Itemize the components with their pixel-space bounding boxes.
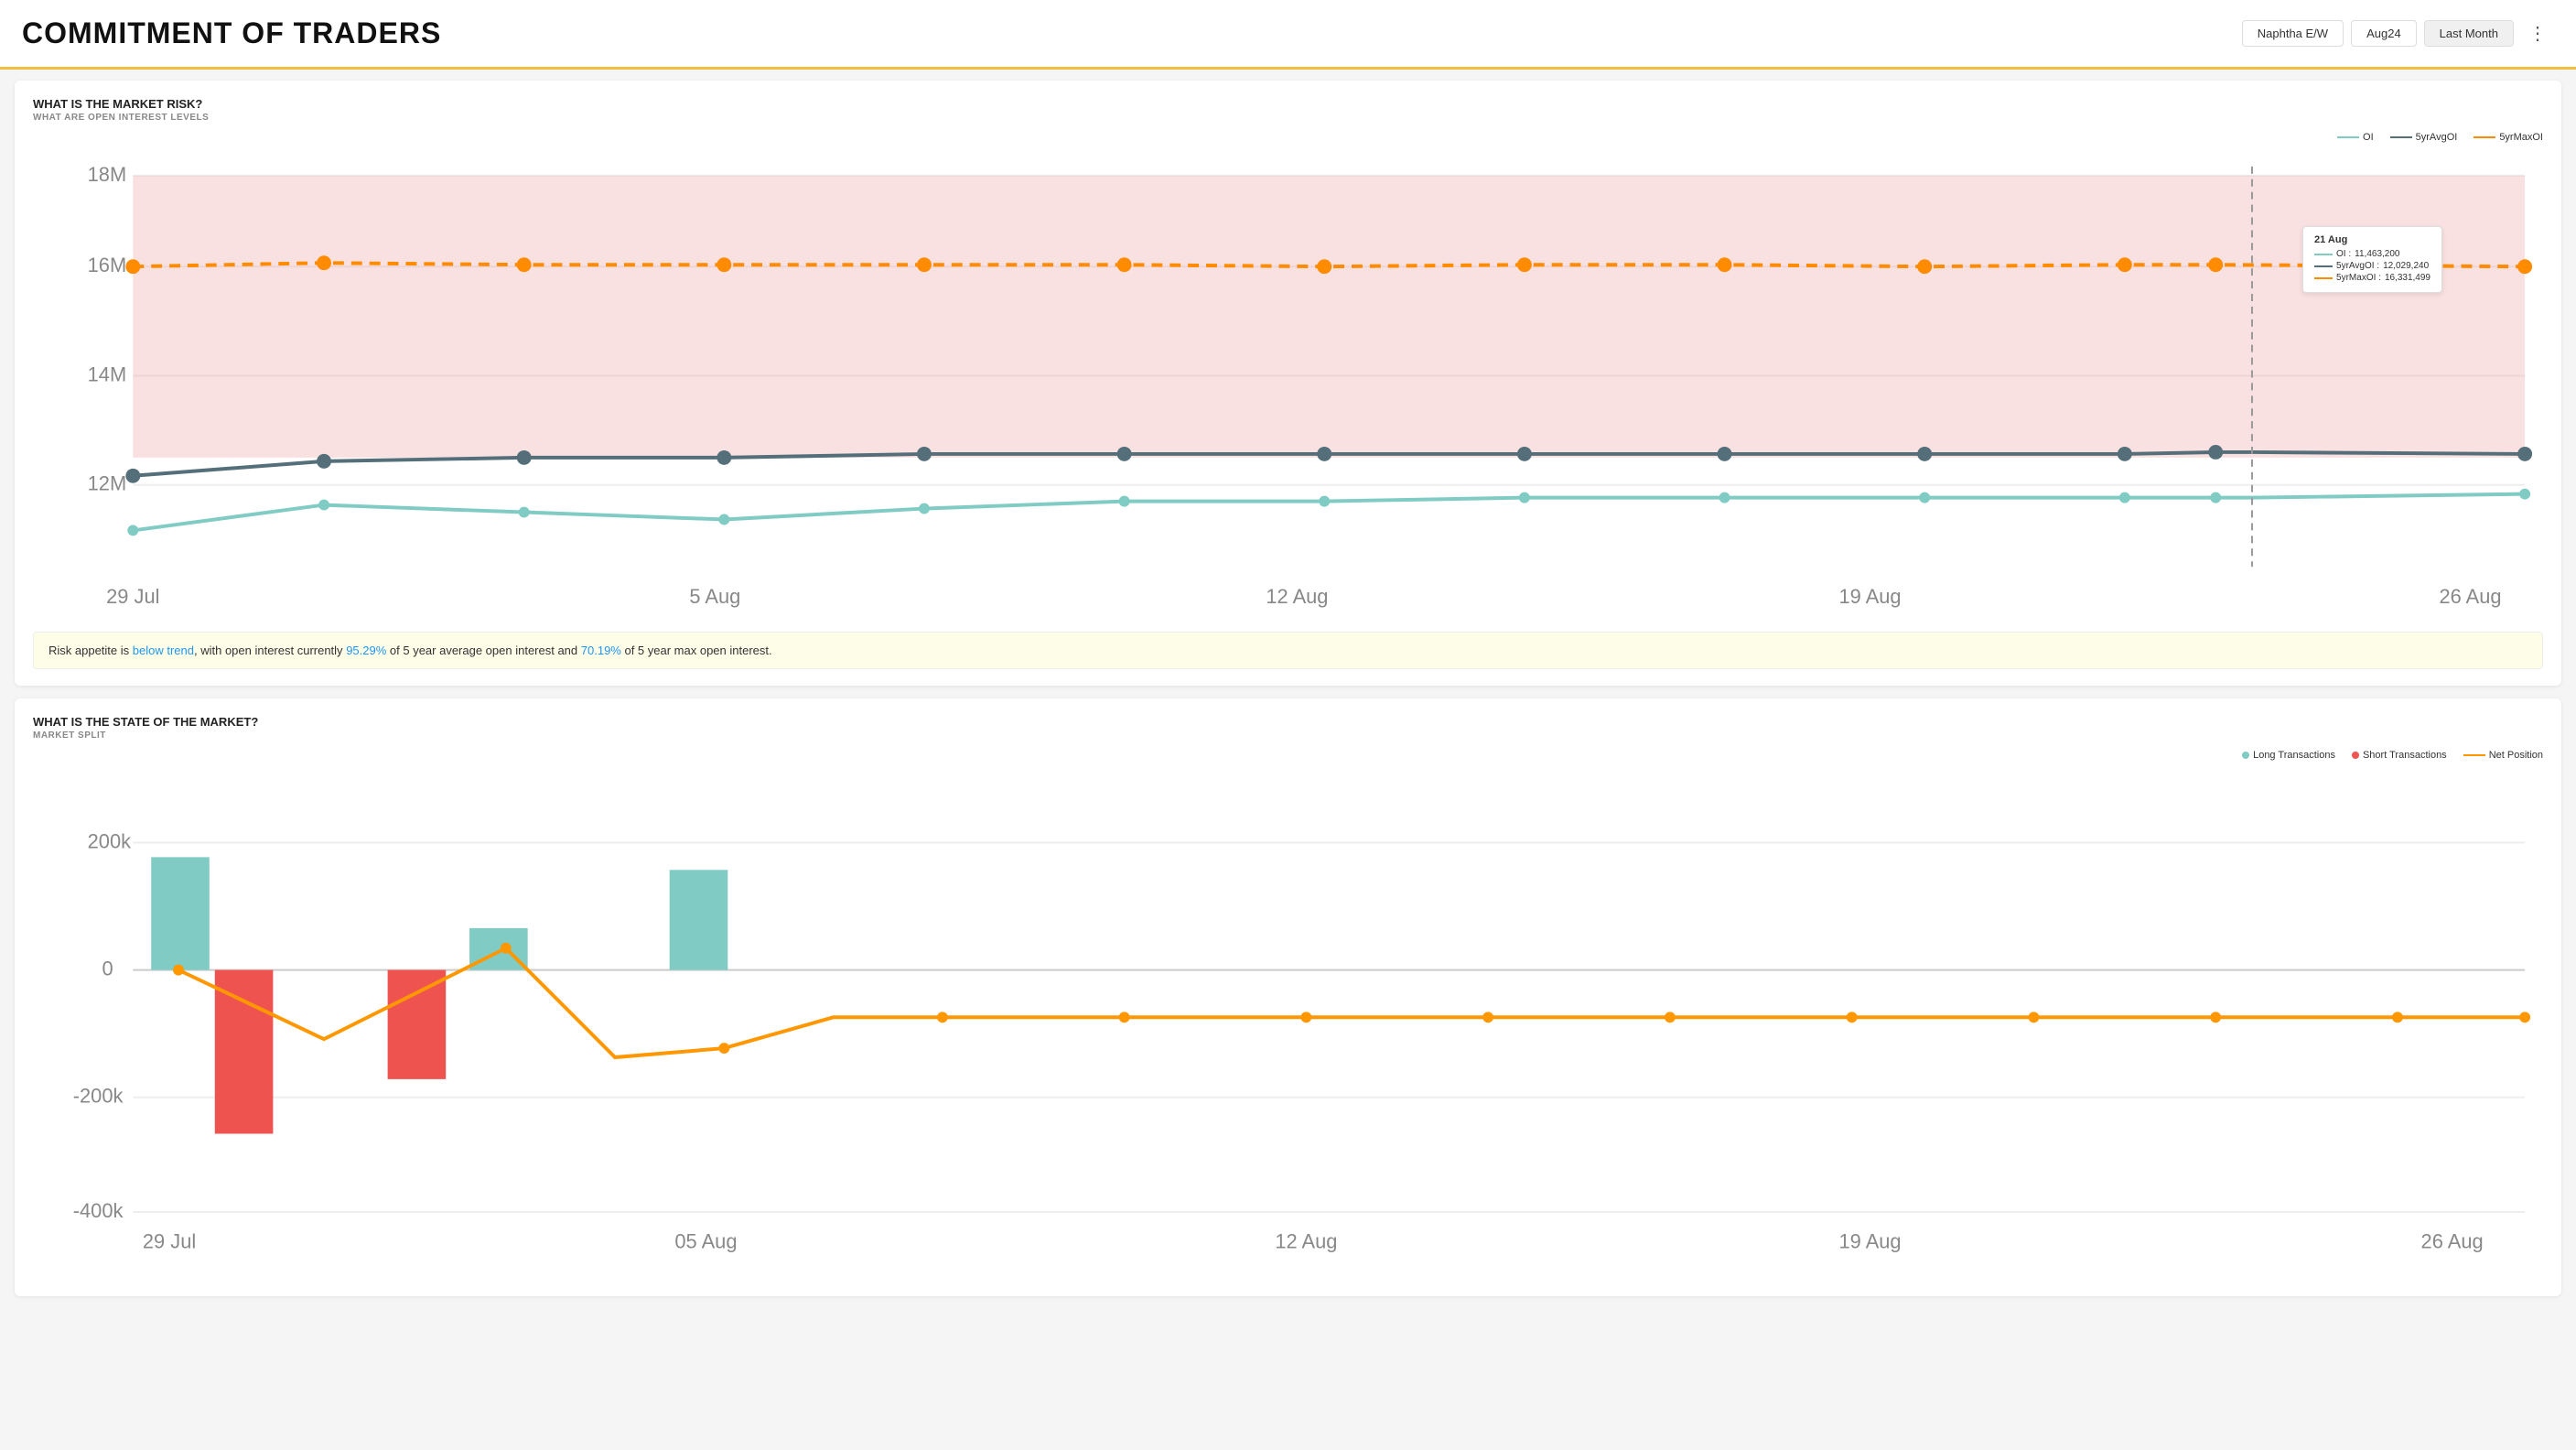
card1-title: WHAT IS THE MARKET RISK? <box>33 97 2543 111</box>
svg-text:29 Jul: 29 Jul <box>106 585 159 608</box>
net-label: Net Position <box>2489 750 2543 761</box>
card2-subtitle: MARKET SPLIT <box>33 730 2543 741</box>
long-bar-29jul <box>151 857 210 969</box>
tooltip-avg-color <box>2314 265 2333 267</box>
header: COMMITMENT OF TRADERS Naphtha E/W Aug24 … <box>0 0 2576 70</box>
short-bar-31jul <box>388 969 447 1078</box>
svg-text:05 Aug: 05 Aug <box>674 1230 737 1253</box>
tooltip-max-row: 5yrMaxOI : 16,331,499 <box>2314 273 2430 283</box>
legend-oi: OI <box>2337 132 2374 143</box>
legend-long: Long Transactions <box>2242 750 2335 761</box>
main-content: WHAT IS THE MARKET RISK? WHAT ARE OPEN I… <box>0 70 2576 1320</box>
tooltip-avg-label: 5yrAvgOI : <box>2336 261 2379 271</box>
tooltip-oi-row: OI : 11,463,200 <box>2314 249 2430 259</box>
svg-text:12 Aug: 12 Aug <box>1275 1230 1337 1253</box>
svg-text:5 Aug: 5 Aug <box>689 585 740 608</box>
card2-title: WHAT IS THE STATE OF THE MARKET? <box>33 715 2543 729</box>
chart1-tooltip: 21 Aug OI : 11,463,200 5yrAvgOI : 12,029… <box>2302 226 2442 293</box>
long-bar-aug5 <box>670 870 728 969</box>
more-menu-icon[interactable]: ⋮ <box>2521 18 2554 49</box>
range-button[interactable]: Last Month <box>2424 20 2514 47</box>
tooltip-avg-row: 5yrAvgOI : 12,029,240 <box>2314 261 2430 271</box>
risk-text-prefix: Risk appetite is <box>49 644 133 657</box>
page-title: COMMITMENT OF TRADERS <box>22 16 441 50</box>
chart2-svg: 200k 0 -200k -400k <box>33 766 2543 1276</box>
tooltip-max-label: 5yrMaxOI : <box>2336 273 2381 283</box>
short-dot-icon <box>2352 752 2359 759</box>
tooltip-oi-value: 11,463,200 <box>2355 249 2399 259</box>
svg-text:19 Aug: 19 Aug <box>1839 1230 1902 1253</box>
risk-pct1: 95.29% <box>346 644 386 657</box>
svg-text:26 Aug: 26 Aug <box>2421 1230 2484 1253</box>
risk-pct2: 70.19% <box>581 644 621 657</box>
commodity-button[interactable]: Naphtha E/W <box>2242 20 2344 47</box>
max-line-icon <box>2474 136 2495 138</box>
tooltip-oi-label: OI : <box>2336 249 2351 259</box>
risk-notice: Risk appetite is below trend, with open … <box>33 632 2543 669</box>
risk-link-below-trend[interactable]: below trend <box>133 644 194 657</box>
svg-text:16M: 16M <box>88 254 127 276</box>
svg-text:18M: 18M <box>88 163 127 186</box>
risk-text-mid2: of 5 year average open interest and <box>386 644 580 657</box>
long-label: Long Transactions <box>2253 750 2335 761</box>
chart1-svg: 18M 16M 14M 12M <box>33 148 2543 622</box>
svg-text:12 Aug: 12 Aug <box>1266 585 1328 608</box>
tooltip-max-value: 16,331,499 <box>2385 273 2430 283</box>
risk-text-end: of 5 year max open interest. <box>621 644 772 657</box>
svg-text:14M: 14M <box>88 362 127 385</box>
period-button[interactable]: Aug24 <box>2351 20 2417 47</box>
tooltip-avg-value: 12,029,240 <box>2383 261 2429 271</box>
svg-text:-200k: -200k <box>73 1085 124 1108</box>
chart2-container: 200k 0 -200k -400k <box>33 766 2543 1281</box>
max-label: 5yrMaxOI <box>2499 132 2543 143</box>
svg-text:19 Aug: 19 Aug <box>1839 585 1902 608</box>
svg-text:29 Jul: 29 Jul <box>143 1230 196 1253</box>
market-risk-card: WHAT IS THE MARKET RISK? WHAT ARE OPEN I… <box>15 81 2561 686</box>
risk-text-mid: , with open interest currently <box>194 644 346 657</box>
market-state-card: WHAT IS THE STATE OF THE MARKET? MARKET … <box>15 698 2561 1297</box>
svg-text:26 Aug: 26 Aug <box>2439 585 2501 608</box>
chart1-legend: OI 5yrAvgOI 5yrMaxOI <box>33 132 2543 143</box>
short-label: Short Transactions <box>2363 750 2447 761</box>
header-controls: Naphtha E/W Aug24 Last Month ⋮ <box>2242 18 2554 49</box>
svg-text:200k: 200k <box>88 829 131 852</box>
card1-subtitle: WHAT ARE OPEN INTEREST LEVELS <box>33 113 2543 123</box>
oi-line-icon <box>2337 136 2359 138</box>
legend-avg: 5yrAvgOI <box>2390 132 2458 143</box>
svg-text:-400k: -400k <box>73 1199 124 1222</box>
legend-net: Net Position <box>2463 750 2543 761</box>
legend-max: 5yrMaxOI <box>2474 132 2543 143</box>
chart2-legend: Long Transactions Short Transactions Net… <box>33 750 2543 761</box>
tooltip-max-color <box>2314 277 2333 279</box>
chart1-container: 18M 16M 14M 12M <box>33 148 2543 626</box>
tooltip-oi-color <box>2314 254 2333 255</box>
net-line-icon <box>2463 754 2485 756</box>
pink-band <box>133 176 2525 458</box>
long-dot-icon <box>2242 752 2249 759</box>
svg-text:12M: 12M <box>88 472 127 495</box>
avg-label: 5yrAvgOI <box>2416 132 2458 143</box>
tooltip-date: 21 Aug <box>2314 234 2430 245</box>
short-bar-29jul <box>215 969 274 1133</box>
avg-line-icon <box>2390 136 2412 138</box>
svg-text:0: 0 <box>102 957 113 979</box>
legend-short: Short Transactions <box>2352 750 2447 761</box>
oi-label: OI <box>2363 132 2374 143</box>
net-position-line <box>178 948 2525 1057</box>
